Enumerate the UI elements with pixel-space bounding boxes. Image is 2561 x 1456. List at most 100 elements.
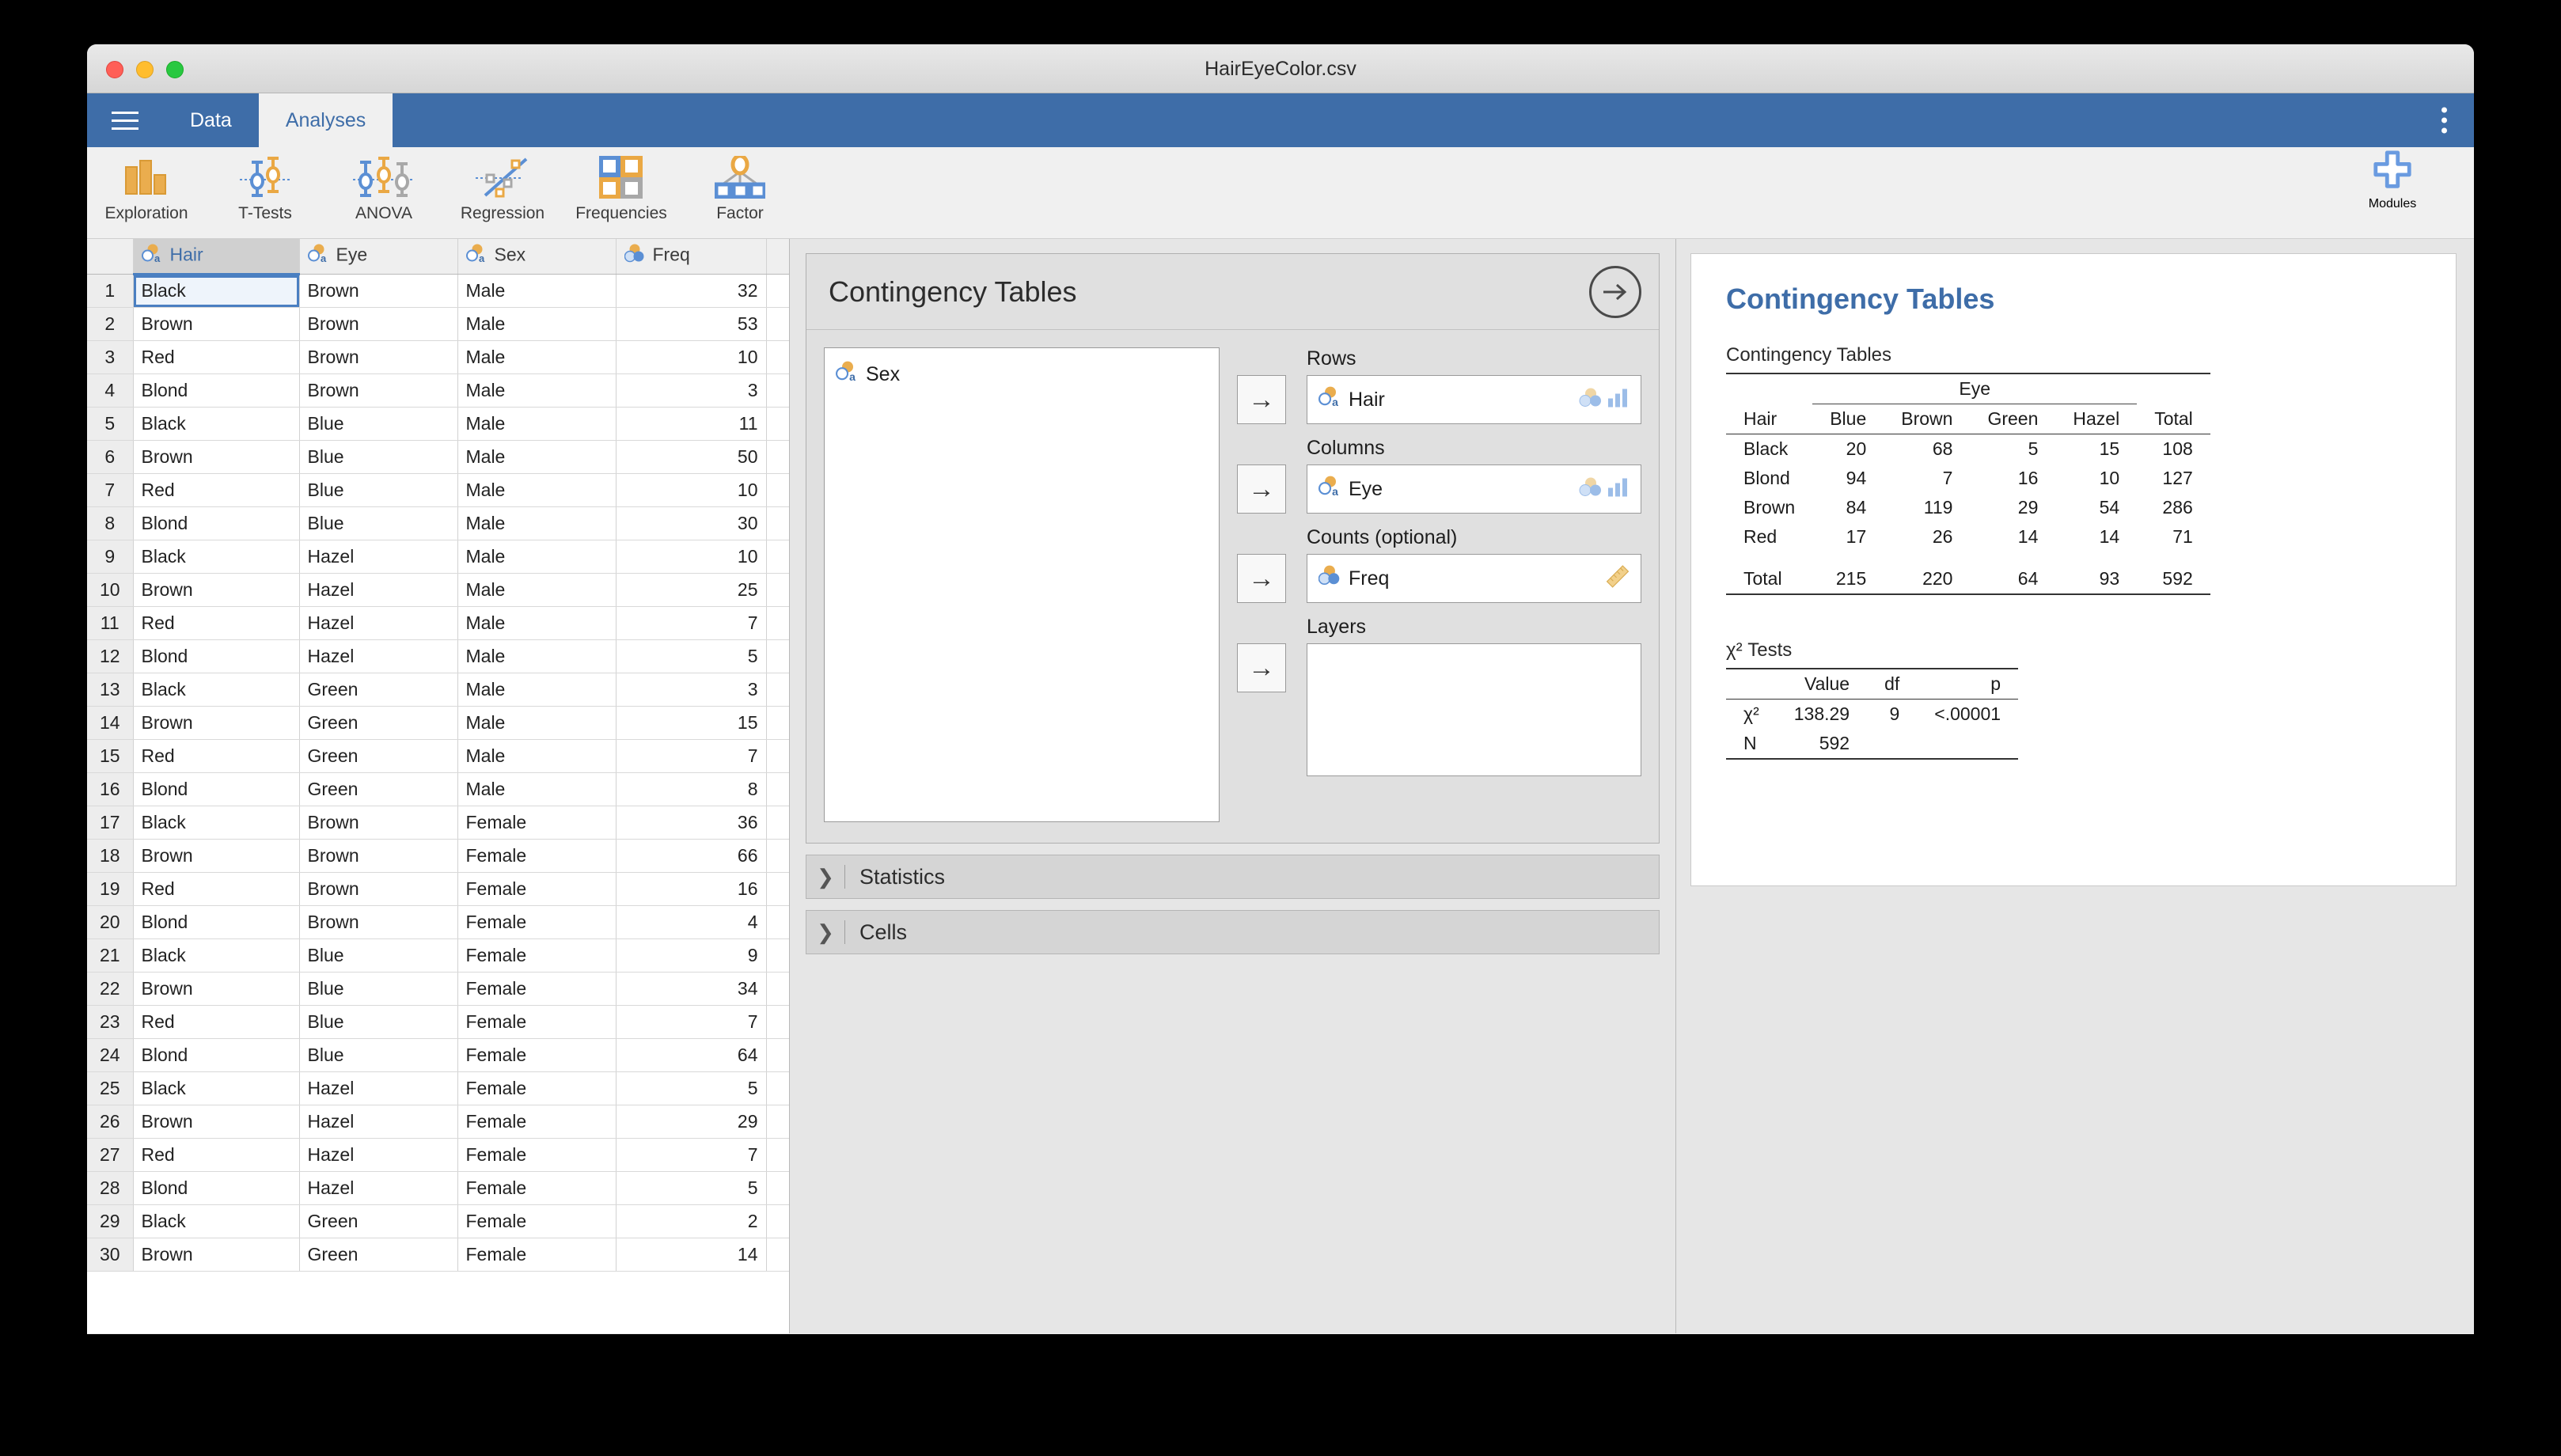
cell-hair[interactable]: Red bbox=[133, 739, 300, 773]
cell-empty[interactable] bbox=[766, 573, 789, 607]
variable-item-sex[interactable]: a Sex bbox=[836, 358, 1208, 391]
cell-empty[interactable] bbox=[766, 706, 789, 740]
cell-eye[interactable]: Blue bbox=[299, 440, 458, 474]
cell-hair[interactable]: Brown bbox=[133, 573, 300, 607]
cell-freq[interactable]: 3 bbox=[616, 373, 767, 408]
assign-to-counts-button[interactable]: → bbox=[1237, 554, 1286, 603]
hamburger-icon[interactable] bbox=[87, 93, 163, 147]
cell-sex[interactable]: Male bbox=[457, 739, 617, 773]
cell-sex[interactable]: Male bbox=[457, 606, 617, 640]
table-row[interactable]: 14 Brown Green Male 15 bbox=[87, 706, 789, 740]
table-row[interactable]: 16 Blond Green Male 8 bbox=[87, 772, 789, 806]
column-header-empty[interactable] bbox=[766, 239, 789, 275]
cell-hair[interactable]: Brown bbox=[133, 307, 300, 341]
cell-freq[interactable]: 36 bbox=[616, 806, 767, 840]
cell-sex[interactable]: Male bbox=[457, 274, 617, 308]
cell-empty[interactable] bbox=[766, 806, 789, 840]
cell-sex[interactable]: Male bbox=[457, 307, 617, 341]
table-row[interactable]: 5 Black Blue Male 11 bbox=[87, 407, 789, 441]
cell-eye[interactable]: Green bbox=[299, 772, 458, 806]
cell-hair[interactable]: Black bbox=[133, 1071, 300, 1105]
cell-sex[interactable]: Female bbox=[457, 905, 617, 939]
assigned-variable-hair[interactable]: a Hair bbox=[1318, 386, 1385, 413]
cell-freq[interactable]: 16 bbox=[616, 872, 767, 906]
cell-hair[interactable]: Black bbox=[133, 274, 300, 308]
cell-empty[interactable] bbox=[766, 606, 789, 640]
cell-sex[interactable]: Male bbox=[457, 506, 617, 540]
cell-freq[interactable]: 8 bbox=[616, 772, 767, 806]
cell-sex[interactable]: Male bbox=[457, 373, 617, 408]
cell-hair[interactable]: Black bbox=[133, 673, 300, 707]
cell-freq[interactable]: 53 bbox=[616, 307, 767, 341]
modules-button[interactable]: Modules bbox=[2333, 150, 2452, 237]
cell-hair[interactable]: Black bbox=[133, 1204, 300, 1238]
cell-sex[interactable]: Female bbox=[457, 1005, 617, 1039]
collapser-cells[interactable]: ❯ Cells bbox=[806, 910, 1660, 954]
cell-freq[interactable]: 7 bbox=[616, 739, 767, 773]
table-row[interactable]: 6 Brown Blue Male 50 bbox=[87, 440, 789, 474]
cell-freq[interactable]: 66 bbox=[616, 839, 767, 873]
cell-eye[interactable]: Blue bbox=[299, 407, 458, 441]
cell-empty[interactable] bbox=[766, 772, 789, 806]
cell-sex[interactable]: Male bbox=[457, 772, 617, 806]
cell-freq[interactable]: 25 bbox=[616, 573, 767, 607]
cell-sex[interactable]: Male bbox=[457, 440, 617, 474]
table-row[interactable]: 21 Black Blue Female 9 bbox=[87, 938, 789, 973]
table-row[interactable]: 10 Brown Hazel Male 25 bbox=[87, 573, 789, 607]
table-row[interactable]: 22 Brown Blue Female 34 bbox=[87, 972, 789, 1006]
cell-empty[interactable] bbox=[766, 274, 789, 308]
cell-sex[interactable]: Female bbox=[457, 839, 617, 873]
cell-freq[interactable]: 5 bbox=[616, 1071, 767, 1105]
column-header-sex[interactable]: a Sex bbox=[457, 239, 617, 275]
table-row[interactable]: 20 Blond Brown Female 4 bbox=[87, 905, 789, 939]
table-row[interactable]: 15 Red Green Male 7 bbox=[87, 739, 789, 773]
table-row[interactable]: 17 Black Brown Female 36 bbox=[87, 806, 789, 840]
cell-empty[interactable] bbox=[766, 1171, 789, 1205]
cell-empty[interactable] bbox=[766, 1005, 789, 1039]
cell-freq[interactable]: 10 bbox=[616, 540, 767, 574]
table-row[interactable]: 24 Blond Blue Female 64 bbox=[87, 1038, 789, 1072]
cell-empty[interactable] bbox=[766, 872, 789, 906]
table-row[interactable]: 18 Brown Brown Female 66 bbox=[87, 839, 789, 873]
table-row[interactable]: 3 Red Brown Male 10 bbox=[87, 340, 789, 374]
cell-eye[interactable]: Brown bbox=[299, 806, 458, 840]
cell-sex[interactable]: Male bbox=[457, 673, 617, 707]
cell-empty[interactable] bbox=[766, 1105, 789, 1139]
cell-empty[interactable] bbox=[766, 972, 789, 1006]
ribbon-button-frequencies[interactable]: Frequencies bbox=[562, 150, 681, 237]
cell-empty[interactable] bbox=[766, 473, 789, 507]
cell-freq[interactable]: 3 bbox=[616, 673, 767, 707]
cell-eye[interactable]: Brown bbox=[299, 307, 458, 341]
column-header-hair[interactable]: a Hair bbox=[133, 239, 300, 275]
assigned-variable-eye[interactable]: a Eye bbox=[1318, 476, 1383, 502]
cell-freq[interactable]: 7 bbox=[616, 606, 767, 640]
cell-sex[interactable]: Female bbox=[457, 1138, 617, 1172]
cell-empty[interactable] bbox=[766, 407, 789, 441]
cell-sex[interactable]: Female bbox=[457, 1071, 617, 1105]
cell-eye[interactable]: Blue bbox=[299, 1005, 458, 1039]
cell-empty[interactable] bbox=[766, 540, 789, 574]
cell-empty[interactable] bbox=[766, 1138, 789, 1172]
ribbon-button-exploration[interactable]: Exploration bbox=[87, 150, 206, 237]
cell-empty[interactable] bbox=[766, 905, 789, 939]
table-row[interactable]: 4 Blond Brown Male 3 bbox=[87, 373, 789, 408]
cell-eye[interactable]: Brown bbox=[299, 839, 458, 873]
cell-eye[interactable]: Green bbox=[299, 1204, 458, 1238]
results-panel[interactable]: Contingency Tables Contingency Tables Ey… bbox=[1676, 239, 2474, 1333]
tab-analyses[interactable]: Analyses bbox=[258, 93, 393, 147]
cell-sex[interactable]: Female bbox=[457, 972, 617, 1006]
cell-freq[interactable]: 9 bbox=[616, 938, 767, 973]
cell-freq[interactable]: 50 bbox=[616, 440, 767, 474]
cell-eye[interactable]: Green bbox=[299, 673, 458, 707]
ribbon-button-anova[interactable]: ANOVA bbox=[324, 150, 443, 237]
cell-sex[interactable]: Female bbox=[457, 806, 617, 840]
table-row[interactable]: 19 Red Brown Female 16 bbox=[87, 872, 789, 906]
table-row[interactable]: 11 Red Hazel Male 7 bbox=[87, 606, 789, 640]
cell-eye[interactable]: Hazel bbox=[299, 1171, 458, 1205]
available-variables-list[interactable]: a Sex bbox=[824, 347, 1220, 822]
cell-sex[interactable]: Male bbox=[457, 540, 617, 574]
cell-freq[interactable]: 7 bbox=[616, 1138, 767, 1172]
cell-empty[interactable] bbox=[766, 1204, 789, 1238]
cell-hair[interactable]: Black bbox=[133, 806, 300, 840]
cell-sex[interactable]: Male bbox=[457, 340, 617, 374]
